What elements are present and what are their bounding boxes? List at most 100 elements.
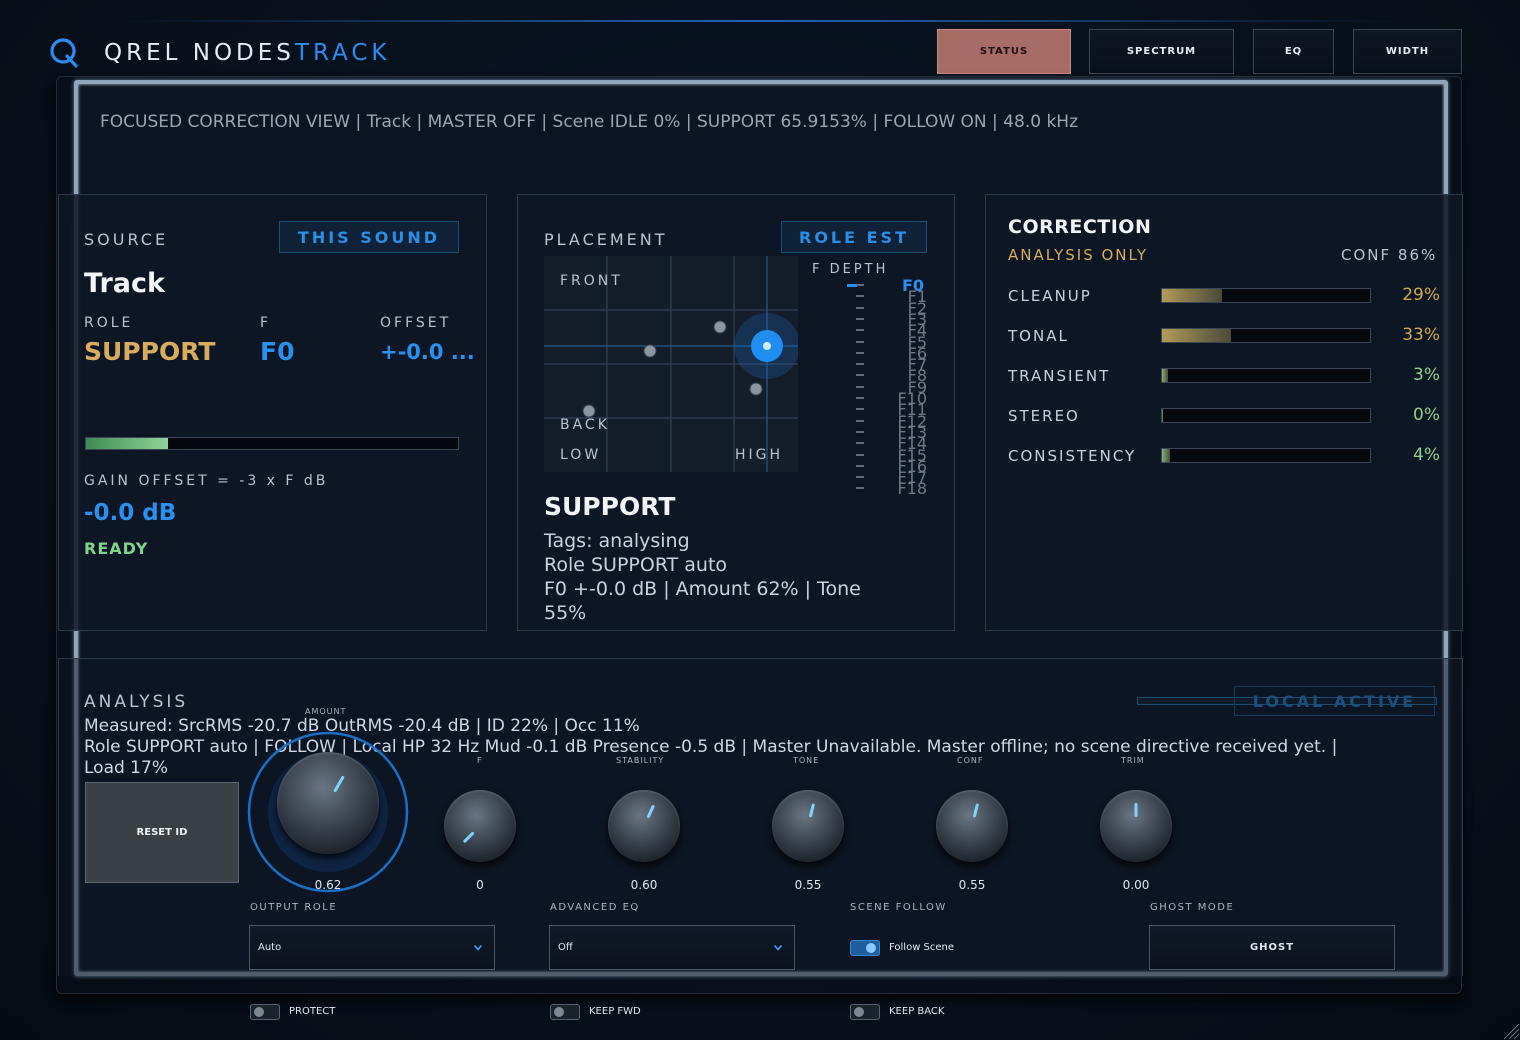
depth-tick (856, 351, 864, 354)
header-glow-line (120, 20, 1400, 22)
depth-tick (856, 329, 864, 332)
f-knob[interactable] (444, 790, 516, 862)
ghost-mode-label: GHOST MODE (1150, 902, 1235, 913)
resize-grip-icon[interactable] (1500, 1020, 1520, 1040)
depth-tick (856, 419, 864, 422)
placement-dot (749, 382, 763, 396)
correction-mode: ANALYSIS ONLY (1008, 246, 1149, 264)
correction-percent: 3% (1413, 365, 1440, 385)
conf-knob[interactable] (936, 790, 1008, 862)
analysis-title: ANALYSIS (84, 692, 189, 712)
stability-knob-indicator (646, 804, 656, 819)
depth-tick (856, 317, 864, 320)
placement-dot (582, 404, 596, 418)
confidence-readout: CONF 86% (1341, 246, 1438, 264)
f-knob-indicator (462, 831, 475, 844)
tab-spectrum[interactable]: SPECTRUM (1089, 29, 1234, 74)
protect-label: PROTECT (289, 1006, 336, 1017)
depth-tick (856, 340, 864, 343)
tab-width[interactable]: WIDTH (1353, 29, 1462, 74)
depth-tick (856, 453, 864, 456)
trim-knob[interactable] (1100, 790, 1172, 862)
source-level-fill (86, 438, 168, 449)
correction-meter (1161, 368, 1371, 383)
source-panel (58, 194, 487, 631)
this-sound-button[interactable]: THIS SOUND (279, 221, 459, 253)
correction-label: CLEANUP (1008, 287, 1092, 305)
correction-meter-fill (1162, 329, 1231, 342)
f-depth-scale[interactable]: F0 F1 F2 F3 F4 F5 F6 F7 F8 F9 F10 F11 F12 F13 F14 F15 F1… (845, 278, 935, 498)
depth-tick (856, 284, 864, 286)
correction-percent: 0% (1413, 405, 1440, 425)
ghost-button[interactable]: GHOST (1149, 925, 1395, 970)
source-level-meter (85, 437, 459, 450)
brand-main: QREL NODES (104, 40, 295, 66)
f-depth-label: F DEPTH (812, 262, 889, 277)
keep-fwd-toggle[interactable] (550, 1004, 580, 1020)
q-logo-icon (50, 38, 78, 68)
correction-meter-fill (1162, 369, 1169, 382)
stability-value: 0.60 (630, 878, 658, 892)
reset-id-button[interactable]: RESET ID (85, 782, 239, 883)
depth-tick (856, 295, 864, 298)
chevron-down-icon (774, 945, 782, 951)
tone-caption: TONE (793, 756, 820, 765)
toggle-knob (854, 1007, 864, 1017)
correction-meter-fill (1162, 289, 1223, 302)
gain-value: -0.0 dB (84, 500, 177, 526)
correction-title: CORRECTION (1008, 216, 1152, 238)
amount-value: 0.62 (314, 878, 342, 892)
correction-meter-fill (1162, 409, 1163, 422)
source-name: Track (84, 268, 165, 299)
tone-knob-indicator (808, 803, 816, 818)
role-label: ROLE (84, 315, 134, 331)
placement-title: PLACEMENT (544, 230, 668, 249)
f-knob-caption: F (477, 756, 483, 765)
correction-meter (1161, 288, 1371, 303)
placement-role-title: SUPPORT (544, 492, 676, 521)
correction-percent: 33% (1402, 325, 1440, 345)
role-value: SUPPORT (84, 337, 216, 366)
correction-meter-fill (1162, 449, 1171, 462)
output-role-value: Auto (258, 942, 282, 953)
amount-knob-body[interactable] (277, 752, 379, 854)
depth-tick (856, 430, 864, 433)
depth-tick (856, 442, 864, 445)
role-est-button[interactable]: ROLE EST (781, 221, 927, 253)
keep-back-toggle[interactable] (850, 1004, 880, 1020)
source-title: SOURCE (84, 230, 169, 249)
tab-status[interactable]: STATUS (937, 29, 1071, 74)
tone-knob[interactable] (772, 790, 844, 862)
tab-eq[interactable]: EQ (1253, 29, 1334, 74)
correction-percent: 29% (1402, 285, 1440, 305)
toggle-knob (254, 1007, 264, 1017)
trim-caption: TRIM (1121, 756, 1145, 765)
back-label: BACK (560, 417, 610, 433)
follow-scene-toggle[interactable] (850, 940, 880, 956)
placement-active-point[interactable] (734, 313, 798, 379)
correction-label: CONSISTENCY (1008, 447, 1137, 465)
amount-knob-indicator (333, 775, 345, 793)
placement-dot (643, 344, 657, 358)
advanced-eq-select[interactable]: Off (549, 925, 795, 970)
tone-value: 0.55 (794, 878, 822, 892)
depth-item[interactable]: F18 (897, 481, 927, 497)
protect-toggle[interactable] (250, 1004, 280, 1020)
output-role-select[interactable]: Auto (249, 925, 495, 970)
depth-tick (856, 487, 864, 490)
local-active-badge[interactable]: LOCAL ACTIVE (1234, 686, 1435, 716)
placement-dot (713, 320, 727, 334)
brand-accent: TRACK (294, 40, 391, 66)
correction-label: TRANSIENT (1008, 367, 1111, 385)
toggle-knob (866, 943, 876, 953)
f-knob-value: 0 (476, 878, 484, 892)
scene-follow-label: SCENE FOLLOW (850, 902, 947, 913)
stability-knob[interactable] (608, 790, 680, 862)
correction-meter (1161, 448, 1371, 463)
follow-scene-label: Follow Scene (889, 942, 955, 953)
trim-knob-indicator (1134, 803, 1138, 817)
description-line: Tags: analysing (544, 530, 690, 552)
correction-percent: 4% (1413, 445, 1440, 465)
depth-tick (856, 385, 864, 388)
conf-knob-indicator (972, 803, 980, 818)
